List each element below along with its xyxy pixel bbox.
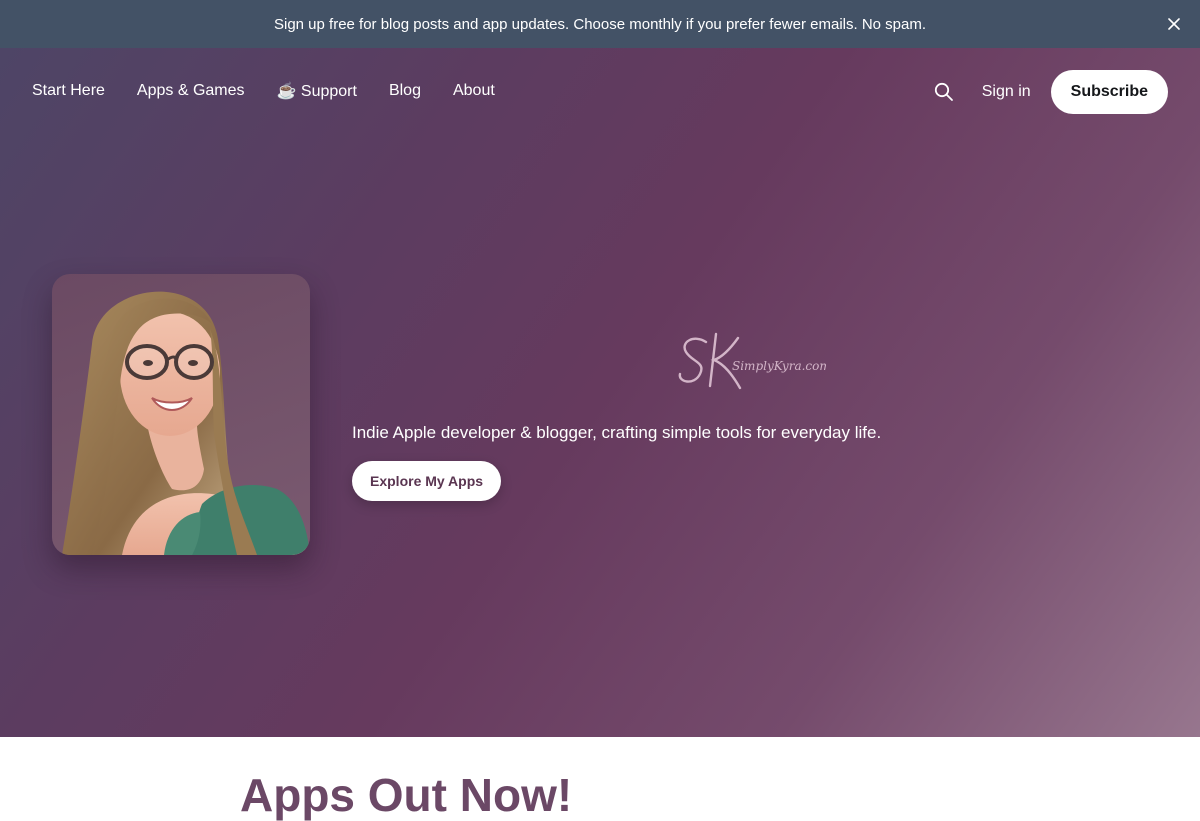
close-icon[interactable] <box>1164 14 1184 34</box>
announcement-banner: Sign up free for blog posts and app upda… <box>0 0 1200 48</box>
nav-start-here[interactable]: Start Here <box>32 82 105 100</box>
banner-text: Sign up free for blog posts and app upda… <box>273 15 927 33</box>
site-logo[interactable]: SimplyKyra.com <box>676 328 831 392</box>
section-heading: Apps Out Now! <box>240 769 573 821</box>
subscribe-button[interactable]: Subscribe <box>1050 70 1168 114</box>
nav-blog[interactable]: Blog <box>389 82 421 100</box>
hero-section: Start Here Apps & Games ☕ Support Blog A… <box>0 48 1200 737</box>
hero-tagline: Indie Apple developer & blogger, craftin… <box>352 423 882 442</box>
nav-apps-games[interactable]: Apps & Games <box>137 82 245 100</box>
svg-text:SimplyKyra.com: SimplyKyra.com <box>732 359 826 373</box>
nav-about[interactable]: About <box>453 82 495 100</box>
search-icon[interactable] <box>932 80 956 104</box>
sign-in-link[interactable]: Sign in <box>982 83 1031 101</box>
nav-support[interactable]: ☕ Support <box>277 81 357 101</box>
profile-photo <box>52 274 310 555</box>
nav-actions: Sign in Subscribe <box>932 70 1168 114</box>
explore-apps-button[interactable]: Explore My Apps <box>352 461 502 501</box>
main-nav: Start Here Apps & Games ☕ Support Blog A… <box>32 81 527 101</box>
